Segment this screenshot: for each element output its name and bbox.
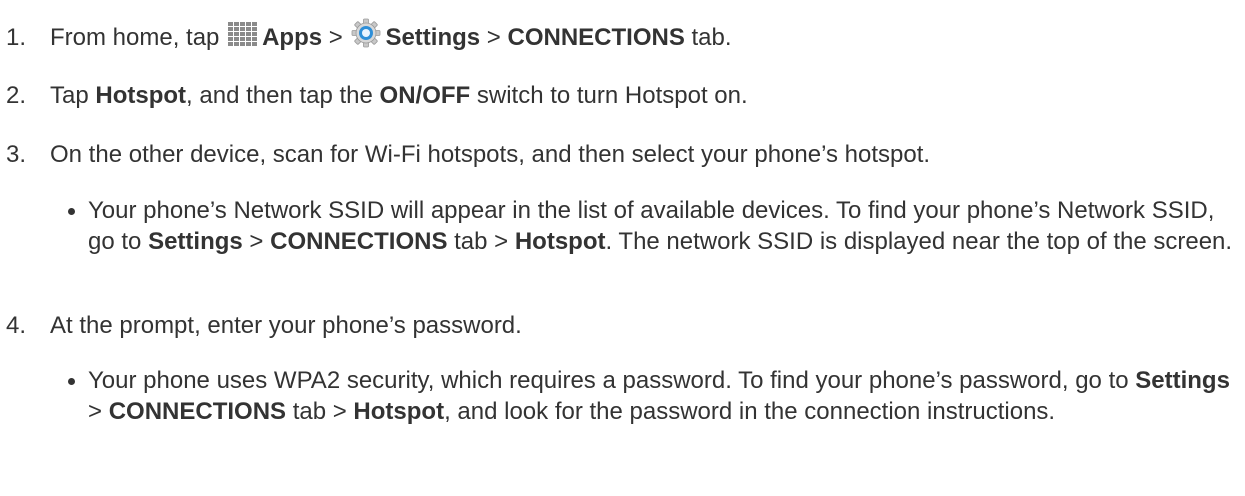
bullet-text: Your phone uses WPA2 security, which req… bbox=[88, 365, 1238, 427]
connections-label: CONNECTIONS bbox=[507, 24, 685, 51]
step-4-bullet: Your phone uses WPA2 security, which req… bbox=[68, 365, 1238, 427]
separator: > bbox=[88, 398, 103, 425]
step-text: On the other device, scan for Wi-Fi hots… bbox=[50, 141, 931, 168]
step-text: , and then tap the bbox=[186, 82, 373, 109]
separator: > bbox=[249, 228, 264, 255]
step-text: Tap bbox=[50, 82, 89, 109]
step-text: At the prompt, enter your phone’s passwo… bbox=[50, 312, 522, 339]
hotspot-label: Hotspot bbox=[95, 82, 187, 109]
settings-label: Settings bbox=[1135, 367, 1230, 394]
bullet-text: Your phone’s Network SSID will appear in… bbox=[88, 195, 1238, 257]
hotspot-label: Hotspot bbox=[353, 398, 445, 425]
step-3: 3. On the other device, scan for Wi-Fi ho… bbox=[6, 140, 930, 170]
step-text: From home, tap bbox=[50, 24, 220, 51]
separator: > bbox=[328, 24, 343, 51]
connections-label: CONNECTIONS bbox=[270, 228, 448, 255]
apps-label: Apps bbox=[262, 24, 323, 51]
bullet-dot bbox=[68, 378, 75, 385]
step-4: 4. At the prompt, enter your phone’s pass… bbox=[6, 311, 522, 341]
hotspot-label: Hotspot bbox=[514, 228, 606, 255]
step-text: switch to turn Hotspot on. bbox=[476, 82, 748, 109]
step-number: 3. bbox=[6, 141, 27, 168]
step-3-bullet: Your phone’s Network SSID will appear in… bbox=[68, 195, 1238, 257]
apps-grid-icon bbox=[228, 22, 258, 56]
step-text: tab. bbox=[691, 24, 732, 51]
bullet-text-part: , and look for the password in the conne… bbox=[444, 398, 1056, 425]
onoff-label: ON/OFF bbox=[379, 82, 471, 109]
bullet-text-part: Your phone uses WPA2 security, which req… bbox=[88, 367, 1129, 394]
bullet-text-part: tab > bbox=[454, 228, 509, 255]
separator: > bbox=[486, 24, 501, 51]
settings-gear-icon bbox=[351, 18, 381, 56]
settings-label: Settings bbox=[148, 228, 243, 255]
step-number: 1. bbox=[6, 24, 27, 51]
bullet-text-part: tab > bbox=[292, 398, 347, 425]
step-1: 1. From home, tap Apps > Settings > CONN… bbox=[6, 18, 732, 56]
connections-label: CONNECTIONS bbox=[108, 398, 287, 425]
step-number: 4. bbox=[6, 312, 27, 339]
step-2: 2. Tap Hotspot, and then tap the ON/OFF s… bbox=[6, 81, 748, 111]
bullet-dot bbox=[68, 208, 75, 215]
bullet-text-part: . The network SSID is displayed near the… bbox=[605, 228, 1233, 255]
settings-label: Settings bbox=[385, 24, 481, 51]
step-number: 2. bbox=[6, 82, 27, 109]
